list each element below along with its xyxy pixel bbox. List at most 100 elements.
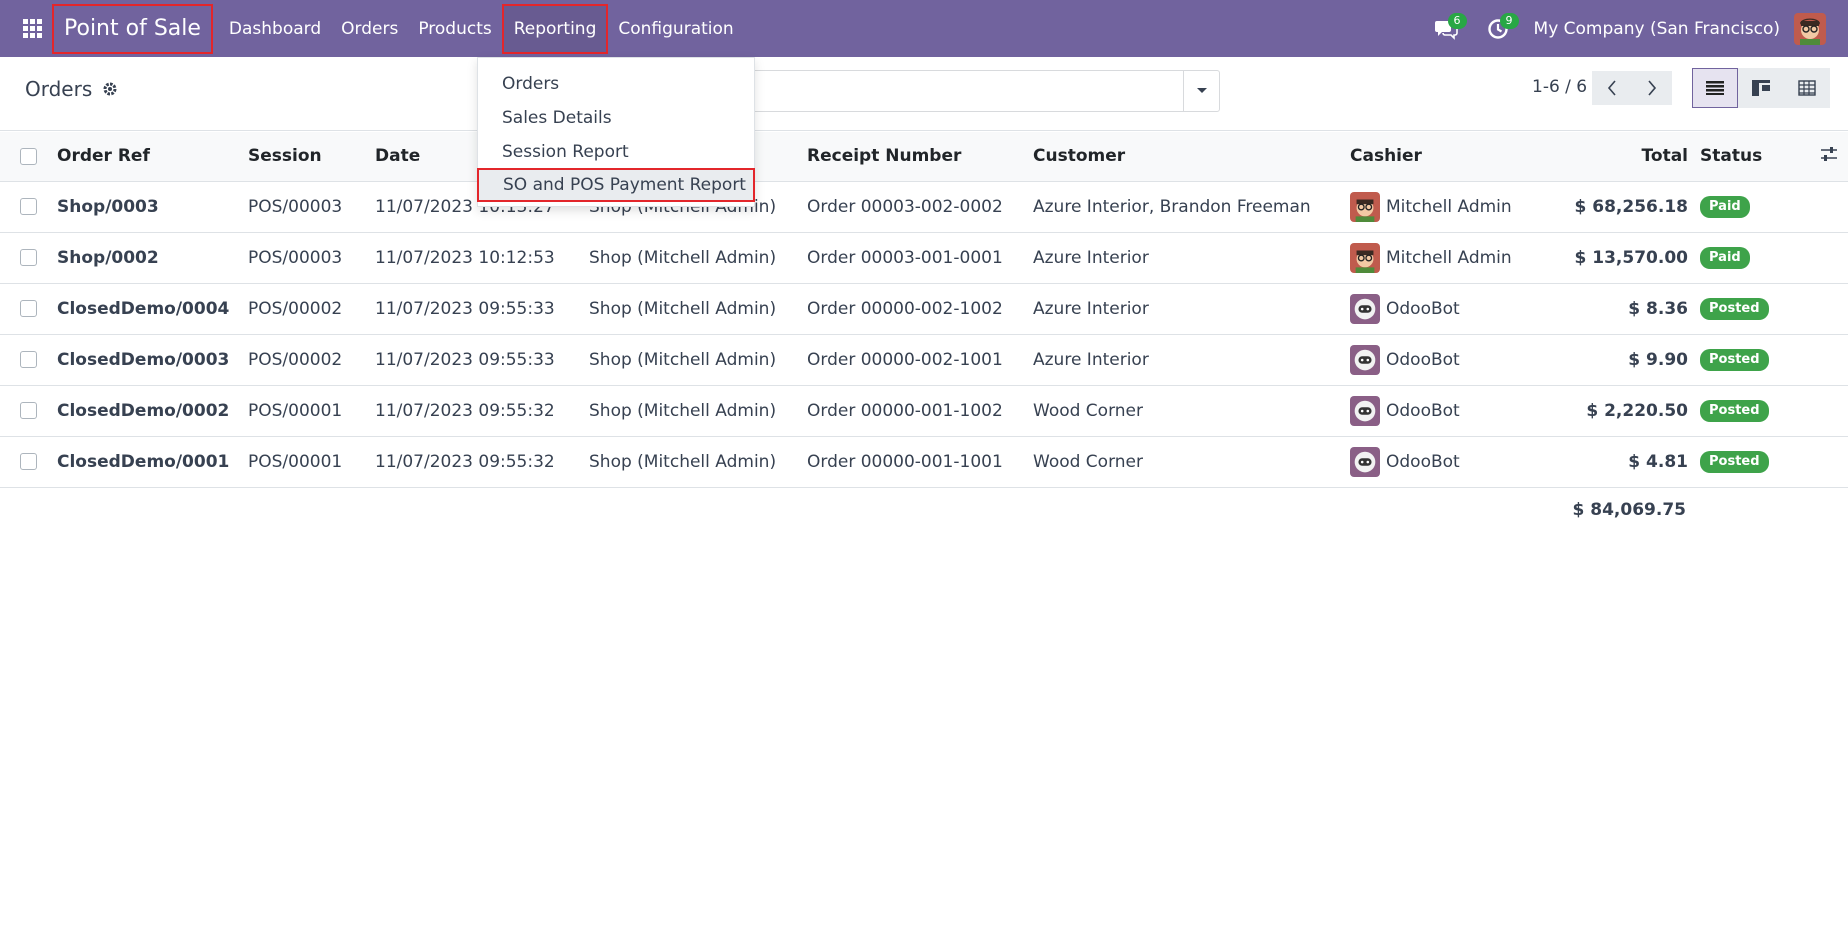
total-cell: $ 68,256.18: [1535, 181, 1700, 233]
pager-previous-button[interactable]: [1592, 71, 1632, 105]
messages-button[interactable]: 6: [1426, 0, 1467, 57]
status-cell: Posted: [1700, 283, 1820, 335]
customer-cell: Azure Interior: [1033, 232, 1350, 284]
user-avatar-icon: [1350, 242, 1380, 273]
table-row[interactable]: ClosedDemo/0002 POS/00001 11/07/2023 09:55…: [0, 385, 1848, 437]
col-session[interactable]: Session: [248, 132, 375, 182]
cashier-cell: OdooBot: [1350, 283, 1535, 335]
caret-down-icon: [1196, 88, 1207, 93]
list-view-button[interactable]: [1692, 68, 1738, 108]
cashier-name: OdooBot: [1386, 451, 1460, 472]
col-cashier[interactable]: Cashier: [1350, 132, 1535, 182]
customer-cell: Wood Corner: [1033, 385, 1350, 437]
row-spacer: [1820, 436, 1848, 488]
point-of-sale-cell: Shop (Mitchell Admin): [589, 385, 807, 437]
menu-reporting[interactable]: Reporting: [501, 3, 609, 54]
gear-icon[interactable]: [102, 81, 118, 97]
search-options-toggle[interactable]: [1183, 71, 1219, 111]
orders-table: Order Ref Session Date Point of Sale Rec…: [0, 132, 1848, 488]
session-cell: POS/00001: [248, 436, 375, 488]
row-spacer: [1820, 232, 1848, 284]
cashier-info: OdooBot: [1350, 446, 1535, 477]
select-all-checkbox[interactable]: [20, 147, 37, 165]
reporting-dropdown: Orders Sales Details Session Report SO a…: [477, 57, 755, 207]
col-customer[interactable]: Customer: [1033, 132, 1350, 182]
search-input[interactable]: [700, 70, 1220, 112]
kanban-view-button[interactable]: [1738, 68, 1784, 108]
col-receipt-number[interactable]: Receipt Number: [807, 132, 1033, 182]
total-cell: $ 8.36: [1535, 283, 1700, 335]
user-avatar-icon: [1350, 191, 1380, 222]
cashier-cell: OdooBot: [1350, 436, 1535, 488]
date-cell: 11/07/2023 09:55:32: [375, 436, 589, 488]
row-select-cell[interactable]: [0, 385, 57, 437]
reporting-menu-sales-details[interactable]: Sales Details: [478, 101, 754, 135]
cashier-name: OdooBot: [1386, 400, 1460, 421]
chevron-left-icon: [1607, 80, 1616, 96]
order-ref-cell: ClosedDemo/0003: [57, 334, 248, 386]
cashier-name: Mitchell Admin: [1386, 196, 1512, 217]
orders-list: Order Ref Session Date Point of Sale Rec…: [0, 132, 1848, 488]
app-brand[interactable]: Point of Sale: [52, 3, 213, 54]
order-ref-cell: Shop/0003: [57, 181, 248, 233]
pager-next-button[interactable]: [1632, 71, 1672, 105]
col-status[interactable]: Status: [1700, 132, 1820, 182]
odoobot-avatar-icon: [1350, 344, 1380, 375]
row-checkbox[interactable]: [20, 453, 37, 470]
main-menu: Dashboard Orders Products Reporting Conf…: [219, 0, 744, 57]
reporting-menu-orders[interactable]: Orders: [478, 67, 754, 101]
cashier-info: OdooBot: [1350, 293, 1535, 324]
receipt-number-cell: Order 00000-002-1002: [807, 283, 1033, 335]
status-badge: Paid: [1700, 247, 1750, 269]
row-select-cell[interactable]: [0, 181, 57, 233]
select-all-cell[interactable]: [0, 132, 57, 182]
row-checkbox[interactable]: [20, 351, 37, 368]
row-checkbox[interactable]: [20, 402, 37, 419]
table-row[interactable]: ClosedDemo/0001 POS/00001 11/07/2023 09:55…: [0, 436, 1848, 488]
messages-badge: 6: [1447, 13, 1467, 29]
status-cell: Posted: [1700, 436, 1820, 488]
col-order-ref[interactable]: Order Ref: [57, 132, 248, 182]
user-avatar[interactable]: [1794, 12, 1826, 45]
row-select-cell[interactable]: [0, 334, 57, 386]
cashier-name: Mitchell Admin: [1386, 247, 1512, 268]
cashier-cell: Mitchell Admin: [1350, 181, 1535, 233]
activities-button[interactable]: 9: [1478, 0, 1519, 57]
odoobot-avatar-icon: [1350, 395, 1380, 426]
order-ref-cell: ClosedDemo/0001: [57, 436, 248, 488]
row-select-cell[interactable]: [0, 436, 57, 488]
menu-dashboard[interactable]: Dashboard: [219, 4, 331, 54]
receipt-number-cell: Order 00000-001-1001: [807, 436, 1033, 488]
optional-columns-toggle[interactable]: [1820, 132, 1848, 182]
reporting-menu-session-report[interactable]: Session Report: [478, 135, 754, 169]
menu-orders[interactable]: Orders: [331, 4, 408, 54]
row-spacer: [1820, 283, 1848, 335]
table-header-row: Order Ref Session Date Point of Sale Rec…: [0, 132, 1848, 182]
table-row[interactable]: Shop/0002 POS/00003 11/07/2023 10:12:53 Sho…: [0, 232, 1848, 284]
row-select-cell[interactable]: [0, 283, 57, 335]
apps-menu-icon[interactable]: [12, 0, 52, 57]
page-title: Orders: [25, 77, 93, 101]
menu-configuration[interactable]: Configuration: [608, 4, 743, 54]
point-of-sale-cell: Shop (Mitchell Admin): [589, 283, 807, 335]
pivot-view-button[interactable]: [1784, 68, 1830, 108]
table-row[interactable]: ClosedDemo/0004 POS/00002 11/07/2023 09:55…: [0, 283, 1848, 335]
chevron-right-icon: [1648, 80, 1657, 96]
row-checkbox[interactable]: [20, 300, 37, 317]
company-switcher[interactable]: My Company (San Francisco): [1534, 19, 1780, 39]
breadcrumb: Orders: [25, 77, 118, 101]
row-spacer: [1820, 334, 1848, 386]
reporting-menu-so-pos-payment-report[interactable]: SO and POS Payment Report: [477, 168, 755, 202]
table-row[interactable]: ClosedDemo/0003 POS/00002 11/07/2023 09:55…: [0, 334, 1848, 386]
col-total[interactable]: Total: [1535, 132, 1700, 182]
status-badge: Posted: [1700, 451, 1769, 473]
row-checkbox[interactable]: [20, 198, 37, 215]
row-checkbox[interactable]: [20, 249, 37, 266]
table-row[interactable]: Shop/0003POS/0000311/07/2023 10:13:27Sho…: [0, 181, 1848, 233]
activities-badge: 9: [1499, 13, 1519, 29]
pager-value[interactable]: 1-6 / 6: [1532, 77, 1587, 97]
session-cell: POS/00003: [248, 181, 375, 233]
menu-products[interactable]: Products: [408, 4, 501, 54]
row-select-cell[interactable]: [0, 232, 57, 284]
order-ref-cell: ClosedDemo/0002: [57, 385, 248, 437]
